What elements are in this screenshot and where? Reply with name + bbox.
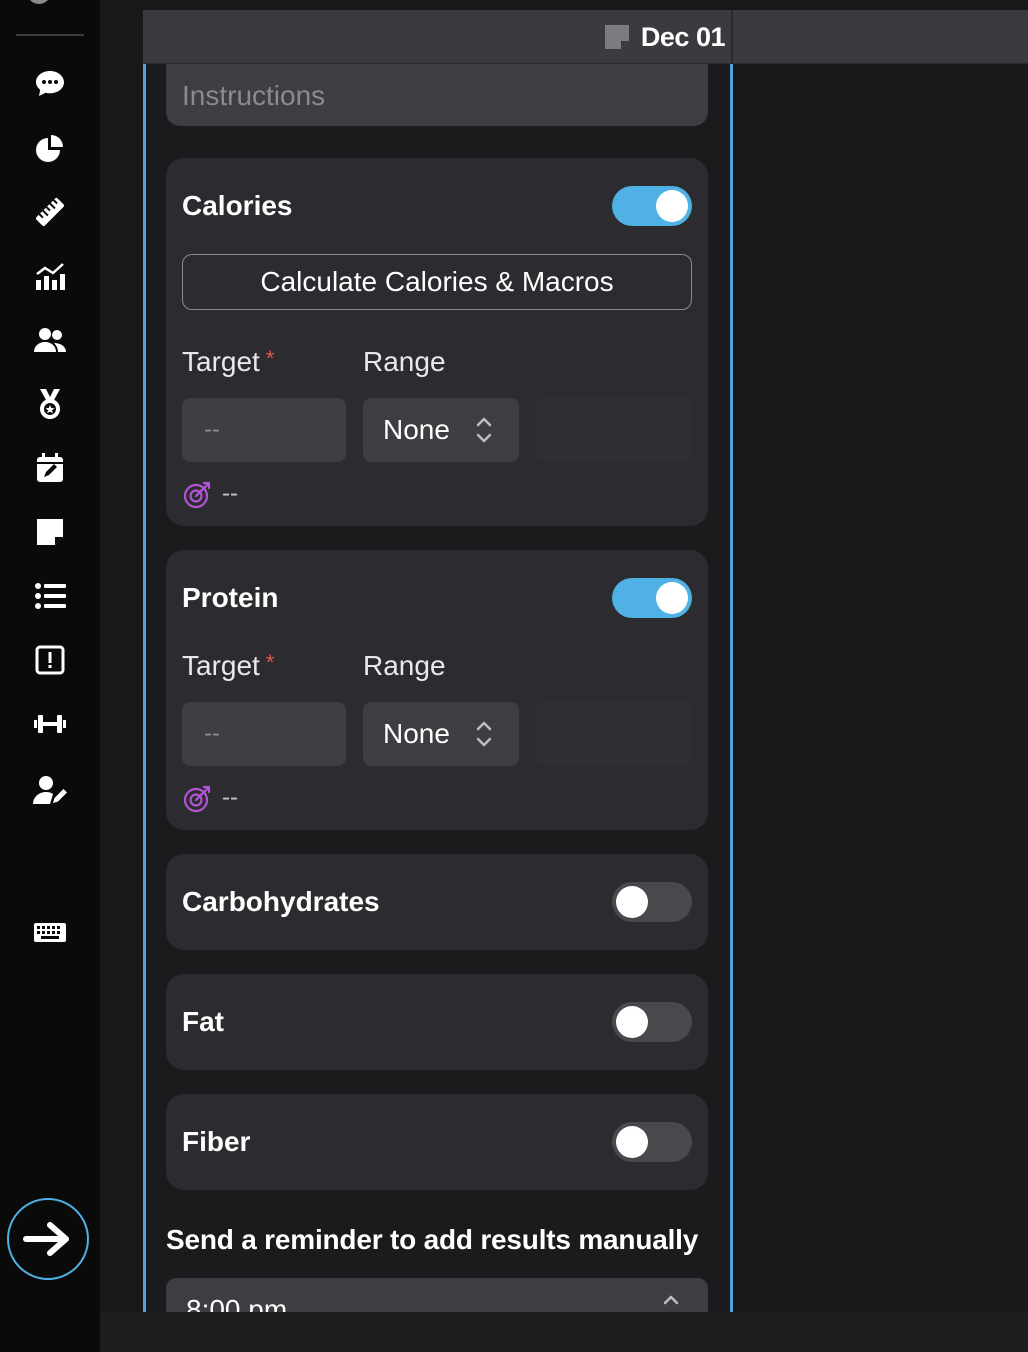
protein-title: Protein xyxy=(182,582,279,613)
toggle-knob xyxy=(656,582,688,614)
fat-card: Fat xyxy=(166,974,708,1070)
bottom-bar xyxy=(100,1312,1028,1352)
chat-icon[interactable] xyxy=(30,64,70,104)
ruler-icon[interactable] xyxy=(30,192,70,232)
calories-target-input[interactable]: -- xyxy=(182,398,346,462)
instructions-field[interactable]: Instructions xyxy=(166,64,708,126)
calories-target-note: -- xyxy=(182,478,238,510)
dumbbell-icon[interactable] xyxy=(30,704,70,744)
alert-icon[interactable] xyxy=(30,640,70,680)
target-label: Target * xyxy=(182,346,274,378)
day-label: Dec 01 xyxy=(640,21,726,52)
calculate-calories-macros-button[interactable]: Calculate Calories & Macros xyxy=(182,254,692,310)
fiber-toggle[interactable] xyxy=(612,1122,692,1162)
fiber-card: Fiber xyxy=(166,1094,708,1190)
target-icon xyxy=(183,785,211,813)
target-note-value: -- xyxy=(222,784,238,811)
keyboard-icon[interactable] xyxy=(30,912,70,952)
protein-toggle[interactable] xyxy=(612,578,692,618)
calories-range-extra-input[interactable] xyxy=(536,398,692,462)
calories-toggle[interactable] xyxy=(612,186,692,226)
main-area: Dec 01 Instructions Calories Calculate C… xyxy=(100,0,1028,1352)
required-mark: * xyxy=(265,650,275,675)
range-label: Range xyxy=(363,650,446,681)
fiber-title: Fiber xyxy=(182,1126,251,1157)
toggle-knob xyxy=(616,886,648,918)
note-icon[interactable] xyxy=(603,23,631,51)
target-label: Target * xyxy=(182,650,274,682)
carbohydrates-title: Carbohydrates xyxy=(182,886,380,917)
arrow-right-icon xyxy=(23,1222,69,1256)
bar-chart-icon[interactable] xyxy=(30,256,70,296)
target-label-text: Target xyxy=(182,346,260,377)
range-value: None xyxy=(383,718,450,749)
partial-icon xyxy=(30,0,48,4)
reminder-time-value: 8:00 pm xyxy=(186,1294,288,1312)
protein-range-extra-input[interactable] xyxy=(536,702,692,766)
users-icon[interactable] xyxy=(30,320,70,360)
chevron-up-down-icon xyxy=(476,721,492,747)
pie-chart-icon[interactable] xyxy=(30,128,70,168)
protein-range-select[interactable]: None xyxy=(363,702,519,766)
fat-toggle[interactable] xyxy=(612,1002,692,1042)
go-button[interactable] xyxy=(7,1198,89,1280)
chevron-up-icon xyxy=(663,1295,679,1305)
reminder-time-select[interactable]: 8:00 pm xyxy=(166,1278,708,1312)
calories-card: Calories Calculate Calories & Macros Tar… xyxy=(166,158,708,526)
instructions-placeholder: Instructions xyxy=(182,80,326,111)
carbohydrates-toggle[interactable] xyxy=(612,882,692,922)
target-label-text: Target xyxy=(182,650,260,681)
protein-card: Protein Target * Range -- None -- xyxy=(166,550,708,830)
sidebar xyxy=(0,0,100,1352)
calendar-edit-icon[interactable] xyxy=(30,448,70,488)
sidebar-divider xyxy=(16,34,84,36)
carbohydrates-card: Carbohydrates xyxy=(166,854,708,950)
day-column-header[interactable]: Dec 01 xyxy=(143,10,733,64)
reminder-label: Send a reminder to add results manually xyxy=(166,1224,699,1255)
next-day-column[interactable] xyxy=(736,64,1028,1312)
range-value: None xyxy=(383,414,450,445)
list-icon[interactable] xyxy=(30,576,70,616)
day-column-panel: Instructions Calories Calculate Calories… xyxy=(143,64,733,1312)
calories-title: Calories xyxy=(182,190,293,221)
user-edit-icon[interactable] xyxy=(30,770,70,810)
range-label: Range xyxy=(363,346,446,377)
chevron-up-down-icon xyxy=(476,417,492,443)
toggle-knob xyxy=(656,190,688,222)
toggle-knob xyxy=(616,1006,648,1038)
target-icon xyxy=(183,481,211,509)
protein-target-input[interactable]: -- xyxy=(182,702,346,766)
calories-range-select[interactable]: None xyxy=(363,398,519,462)
note-icon[interactable] xyxy=(30,512,70,552)
toggle-knob xyxy=(616,1126,648,1158)
protein-target-note: -- xyxy=(182,782,238,814)
target-note-value: -- xyxy=(222,480,238,507)
medal-icon[interactable] xyxy=(30,384,70,424)
calendar-header: Dec 01 xyxy=(143,10,1028,64)
required-mark: * xyxy=(265,346,275,371)
fat-title: Fat xyxy=(182,1006,224,1037)
